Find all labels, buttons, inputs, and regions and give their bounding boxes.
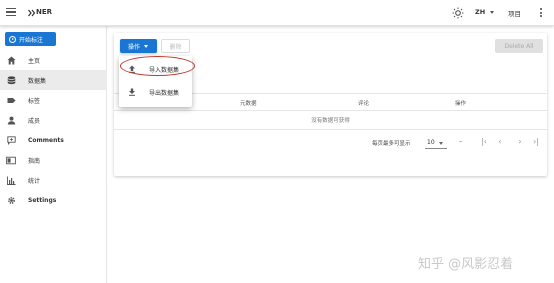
- sidebar-item-label: Settings: [28, 196, 57, 204]
- start-annotation-label: 开始标注: [19, 36, 44, 44]
- upload-icon: [128, 65, 136, 73]
- watermark: 知乎 @风影忍着: [418, 257, 514, 272]
- sidebar-item-guide[interactable]: 指南: [0, 150, 107, 170]
- language-selector[interactable]: ZH: [475, 8, 485, 16]
- menu-item-import-dataset[interactable]: 导入数据集: [119, 59, 192, 79]
- actions-menu: 导入数据集 导出数据集: [119, 56, 192, 107]
- delete-all-button[interactable]: Delete All: [495, 39, 543, 53]
- home-icon: [6, 55, 16, 65]
- sidebar: 开始标注 主页 数据集 标签 成员 Comments 指南 统计 Setting…: [0, 26, 107, 283]
- sidebar-item-label: 统计: [28, 177, 41, 185]
- gear-icon: [6, 195, 16, 205]
- empty-table-message: 没有数据可获得: [114, 113, 547, 130]
- label-icon: [6, 95, 16, 105]
- rows-per-page-value: 10: [427, 139, 435, 146]
- menu-item-label: 导入数据集: [149, 66, 180, 74]
- actions-button[interactable]: 操作: [120, 39, 157, 53]
- more-options-icon[interactable]: [540, 8, 543, 18]
- rows-per-page-label: 每页最多可显示: [372, 141, 411, 147]
- last-page-icon[interactable]: ›|: [531, 137, 541, 147]
- comment-icon: [6, 135, 16, 145]
- sidebar-item-dataset[interactable]: 数据集: [0, 70, 107, 90]
- pagination-range: –: [459, 138, 462, 145]
- sidebar-item-members[interactable]: 成员: [0, 110, 107, 130]
- chevron-down-icon: [490, 11, 494, 14]
- menu-item-label: 导出数据集: [149, 89, 180, 97]
- app-title: NER: [36, 8, 53, 16]
- sidebar-item-label: 数据集: [28, 77, 47, 85]
- chart-icon: [6, 175, 16, 185]
- guide-icon: [6, 155, 16, 165]
- chevron-down-icon: [439, 142, 443, 145]
- sidebar-item-statistics[interactable]: 统计: [0, 170, 107, 190]
- theme-toggle-icon[interactable]: [452, 7, 464, 19]
- logo-icon: [28, 9, 36, 17]
- sidebar-item-label: 成员: [28, 117, 41, 125]
- sidebar-item-label: 标签: [28, 97, 41, 105]
- sidebar-item-label: Comments: [28, 136, 64, 144]
- sidebar-item-comments[interactable]: Comments: [0, 130, 107, 150]
- sidebar-item-home[interactable]: 主页: [0, 50, 107, 70]
- column-header-actions: 操作: [455, 101, 467, 107]
- caret-down-icon: [144, 44, 149, 48]
- sidebar-item-labels[interactable]: 标签: [0, 90, 107, 110]
- sidebar-item-settings[interactable]: Settings: [0, 190, 107, 210]
- column-header-metadata[interactable]: 元数据: [240, 99, 257, 107]
- previous-page-icon[interactable]: ‹: [495, 137, 505, 147]
- download-icon: [128, 88, 136, 96]
- next-page-icon[interactable]: ›: [515, 137, 525, 147]
- delete-button[interactable]: 删除: [161, 39, 190, 53]
- sidebar-item-label: 指南: [28, 157, 41, 165]
- sidebar-item-label: 主页: [28, 57, 41, 65]
- person-icon: [6, 115, 16, 125]
- projects-link[interactable]: 项目: [508, 8, 521, 18]
- database-icon: [6, 75, 16, 85]
- first-page-icon[interactable]: |‹: [479, 137, 489, 147]
- play-icon: [9, 35, 16, 43]
- menu-icon[interactable]: [6, 8, 16, 16]
- start-annotation-button[interactable]: 开始标注: [5, 32, 56, 46]
- column-header-comments[interactable]: 评论: [358, 99, 369, 107]
- app-bar: NER ZH 项目: [0, 0, 554, 26]
- actions-label: 操作: [128, 43, 141, 51]
- menu-item-export-dataset[interactable]: 导出数据集: [119, 82, 192, 102]
- rows-per-page-select[interactable]: 10: [425, 137, 447, 149]
